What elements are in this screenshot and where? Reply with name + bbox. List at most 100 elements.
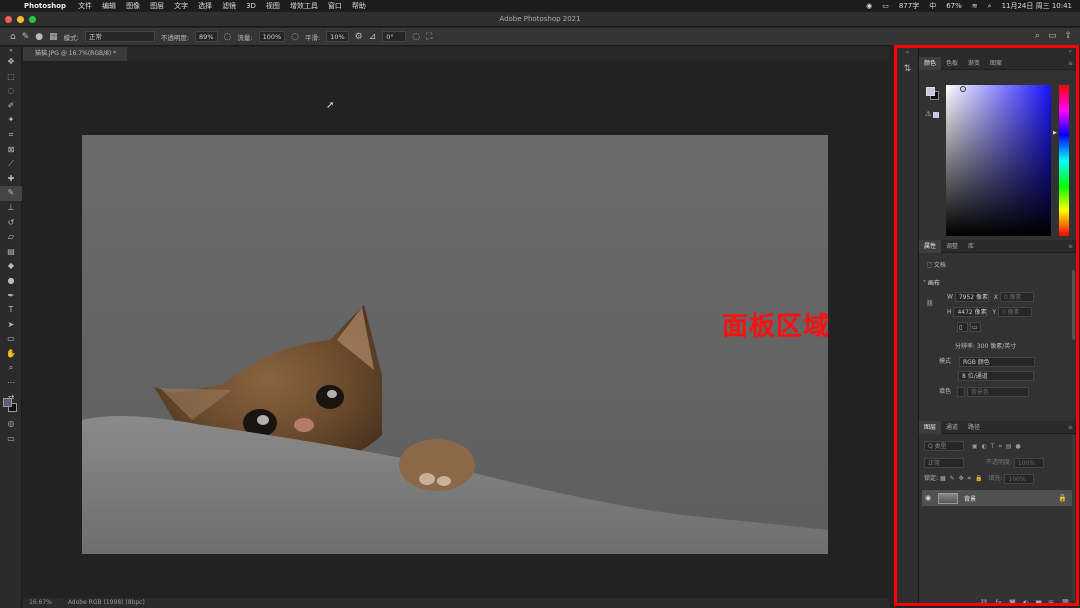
marquee-tool-icon[interactable]: ⬚ (0, 70, 22, 85)
angle-field[interactable]: 0° (382, 31, 407, 42)
history-panel-icon[interactable]: ⇅ (897, 64, 918, 74)
screen-mode-icon[interactable]: ▭ (0, 432, 22, 447)
link-layers-icon[interactable]: ⛓ (979, 599, 988, 603)
share-icon[interactable]: ⇪ (1064, 31, 1072, 41)
eraser-tool-icon[interactable]: ▱ (0, 230, 22, 245)
tab-patterns[interactable]: 图案 (985, 57, 1007, 70)
spotlight-icon[interactable]: ⌕ (988, 2, 992, 11)
width-field[interactable]: 7952 像素 (954, 292, 989, 302)
hue-slider-handle[interactable]: ▶ (1053, 130, 1057, 136)
collapse-icon[interactable]: « (897, 49, 918, 56)
display-icon[interactable]: ▭ (882, 2, 889, 10)
blur-tool-icon[interactable]: ◆ (0, 259, 22, 274)
gradient-tool-icon[interactable]: ▤ (0, 245, 22, 260)
menu-select[interactable]: 选择 (198, 1, 212, 11)
layer-fill-field[interactable]: 100% (1004, 473, 1035, 484)
foreground-color-swatch[interactable] (3, 398, 12, 407)
y-field[interactable]: 0 像素 (997, 307, 1032, 317)
filter-icons[interactable]: ▣◐T⌗▤● (972, 443, 1025, 450)
lock-icons[interactable]: ▦✎✥⌗🔒 (940, 475, 987, 482)
history-brush-tool-icon[interactable]: ↺ (0, 216, 22, 231)
app-name-menu[interactable]: Photoshop (24, 2, 66, 10)
brush-size-icon[interactable]: ● (35, 32, 43, 42)
workspace-icon[interactable]: ▭ (1048, 31, 1057, 41)
x-field[interactable]: 0 像素 (999, 292, 1034, 302)
adjustment-layer-icon[interactable]: ◐ (1023, 599, 1029, 603)
brush-settings-icon[interactable]: ▦ (49, 32, 58, 42)
lasso-tool-icon[interactable]: ◌ (0, 84, 22, 99)
height-field[interactable]: 4472 像素 (953, 307, 988, 317)
tab-swatches[interactable]: 色板 (941, 57, 963, 70)
color-mode-select[interactable]: RGB 颜色 (958, 356, 1035, 367)
fx-icon[interactable]: fx (995, 599, 1002, 603)
hue-slider[interactable] (1059, 85, 1069, 236)
dodge-tool-icon[interactable]: ● (0, 274, 22, 289)
menu-file[interactable]: 文件 (78, 1, 92, 11)
wifi-icon[interactable]: ≋ (972, 2, 978, 10)
new-layer-icon[interactable]: ⊞ (1048, 599, 1054, 603)
stamp-tool-icon[interactable]: ⊥ (0, 201, 22, 216)
cat-photo[interactable] (82, 135, 828, 554)
crop-tool-icon[interactable]: ⌗ (0, 128, 22, 143)
zoom-tool-icon[interactable]: ⌕ (0, 361, 22, 376)
pressure-opacity-icon[interactable]: ◌ (224, 32, 232, 42)
color-picker-ring[interactable] (960, 86, 966, 92)
clock[interactable]: 11月24日 周三 10:41 (1002, 1, 1072, 11)
layer-opacity-field[interactable]: 100% (1013, 457, 1044, 468)
layers-scrollbar[interactable] (1072, 435, 1075, 600)
eye-icon[interactable]: ◉ (925, 494, 935, 502)
brush-tool-icon[interactable]: ✎ (0, 186, 22, 201)
smoothing-field[interactable]: 10% (326, 31, 349, 42)
home-icon[interactable]: ⌂ (10, 32, 16, 42)
quick-select-tool-icon[interactable]: ✐ (0, 99, 22, 114)
color-profile[interactable]: Adobe RGB (1998) (8bpc) (68, 599, 145, 606)
new-group-icon[interactable]: ▆ (1036, 599, 1041, 603)
tab-layers[interactable]: 图层 (919, 420, 942, 434)
fill-swatch[interactable] (956, 386, 965, 397)
menu-window[interactable]: 窗口 (328, 1, 342, 11)
menu-type[interactable]: 文字 (174, 1, 188, 11)
gamut-warning-icon[interactable]: ⚠ (925, 110, 931, 118)
gear-icon[interactable]: ⚙ (355, 32, 363, 42)
delete-layer-icon[interactable]: 🗑 (1061, 599, 1070, 603)
collapse-icon[interactable]: » (0, 47, 22, 55)
landscape-button[interactable]: ▭ (969, 322, 981, 332)
word-count[interactable]: 877字 (899, 1, 919, 11)
menu-plugins[interactable]: 增效工具 (290, 1, 318, 11)
layer-name[interactable]: 背景 (964, 494, 976, 503)
panel-menu-icon[interactable]: ≡ (1068, 243, 1073, 250)
symmetry-icon[interactable]: ⛶ (426, 32, 432, 42)
input-method-icon[interactable]: 中 (929, 1, 936, 11)
tab-gradients[interactable]: 渐变 (963, 57, 985, 70)
eyedropper-tool-icon[interactable]: ⟋ (0, 157, 22, 172)
document-tab[interactable]: 猫猫.JPG @ 16.7%(RGB/8) * (23, 47, 127, 61)
wechat-icon[interactable]: ◉ (866, 2, 872, 10)
frame-tool-icon[interactable]: ⊠ (0, 143, 22, 158)
tab-color[interactable]: 颜色 (919, 56, 942, 70)
path-select-tool-icon[interactable]: ➤ (0, 318, 22, 333)
tab-adjustments[interactable]: 调整 (941, 240, 963, 253)
battery-level[interactable]: 67% (946, 2, 962, 10)
tab-properties[interactable]: 属性 (919, 239, 942, 253)
zoom-level[interactable]: 16.67% (29, 599, 52, 606)
menu-filter[interactable]: 滤镜 (222, 1, 236, 11)
bit-depth-select[interactable]: 8 位/通道 (958, 371, 1034, 381)
flow-field[interactable]: 100% (258, 31, 286, 42)
link-icon[interactable]: ⛓ (926, 300, 934, 307)
airbrush-icon[interactable]: ◌ (291, 32, 299, 42)
blend-mode-select[interactable]: 正常 (924, 457, 964, 468)
menu-help[interactable]: 帮助 (352, 1, 366, 11)
type-tool-icon[interactable]: T (0, 303, 22, 318)
menu-edit[interactable]: 编辑 (102, 1, 116, 11)
magic-wand-tool-icon[interactable]: ✦ (0, 113, 22, 128)
pen-tool-icon[interactable]: ✒ (0, 289, 22, 304)
menu-layer[interactable]: 图层 (150, 1, 164, 11)
fill-select[interactable]: 背景色 (966, 386, 1029, 397)
healing-tool-icon[interactable]: ✚ (0, 172, 22, 187)
tab-libraries[interactable]: 库 (963, 240, 979, 253)
tab-paths[interactable]: 路径 (963, 421, 985, 434)
canvas-section-header[interactable]: ˅ 画布 (923, 278, 940, 287)
layer-row-background[interactable]: ◉ 背景 🔒 (922, 490, 1073, 506)
foreground-color-swatch[interactable] (926, 87, 935, 96)
panel-menu-icon[interactable]: ≡ (1068, 424, 1073, 431)
